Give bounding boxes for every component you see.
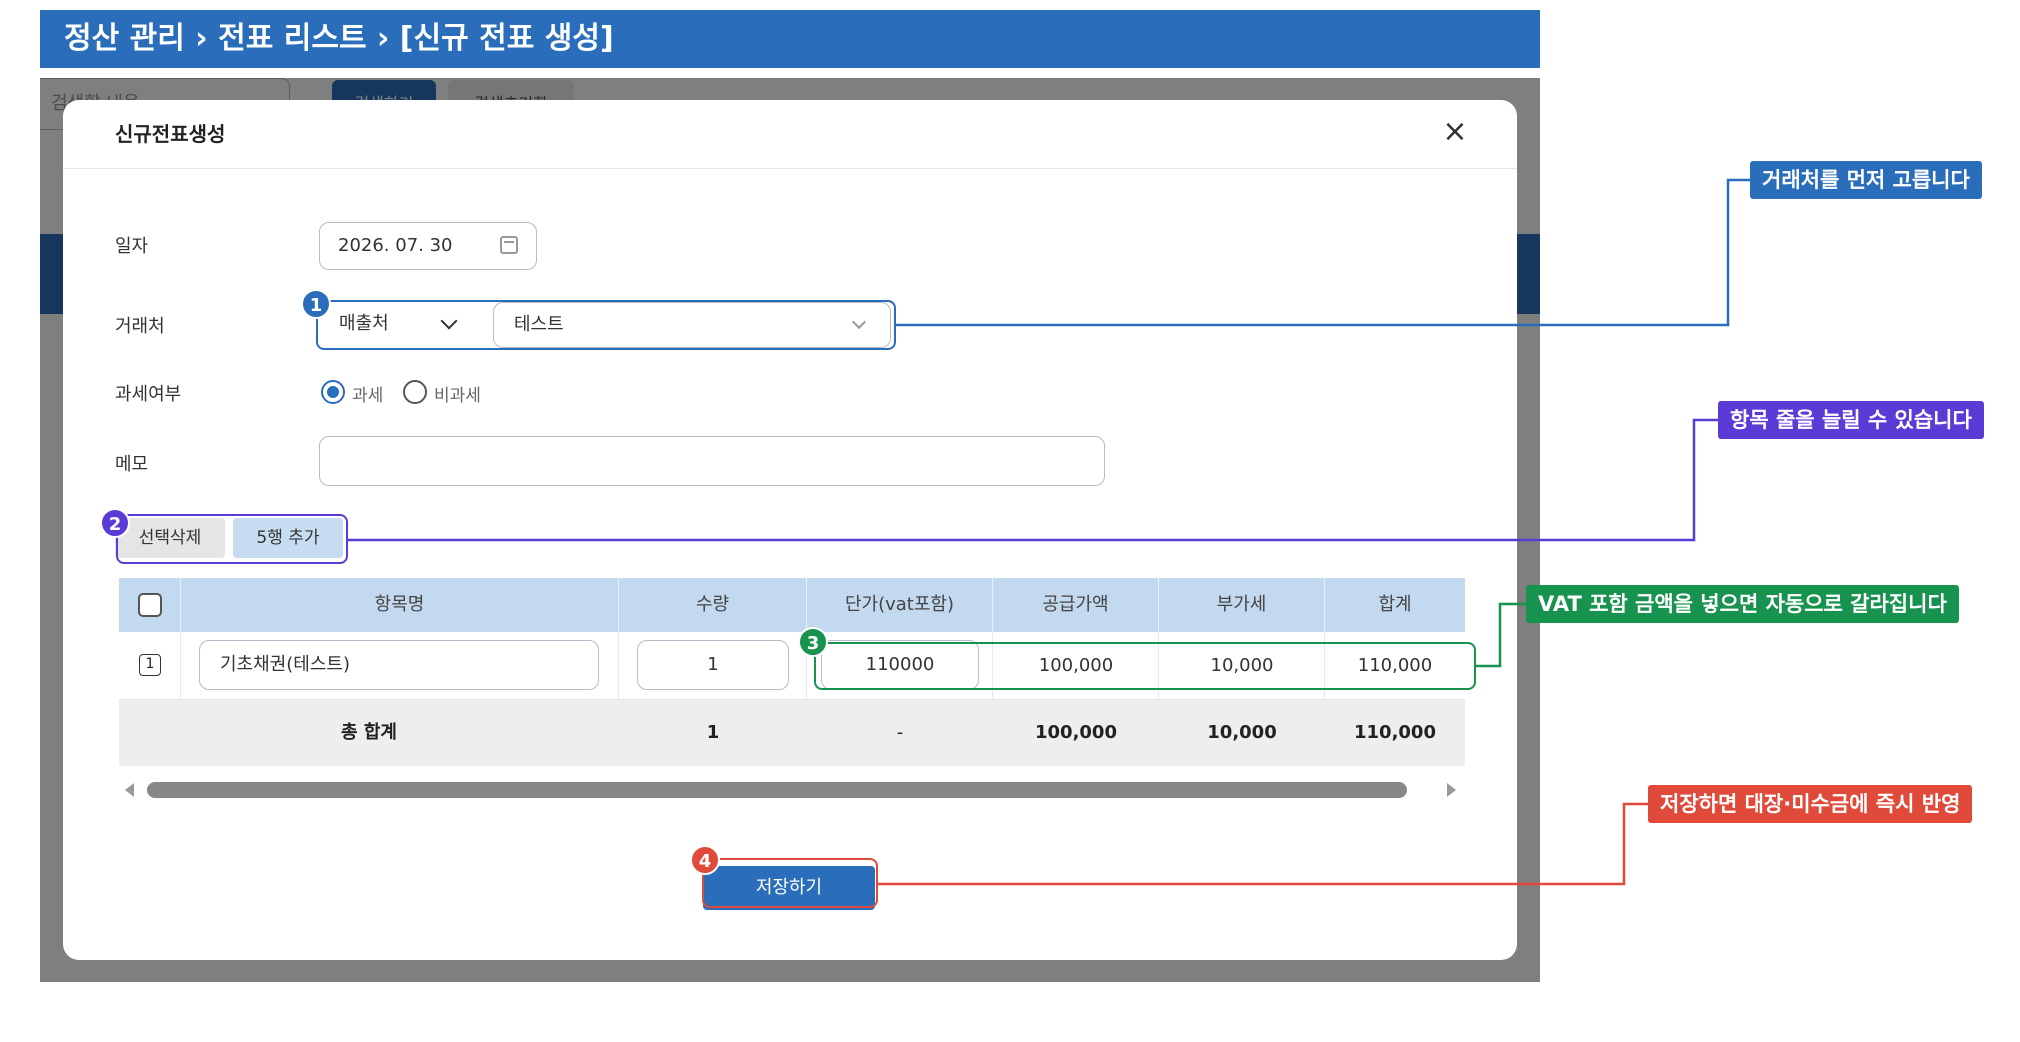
tax-label: 과세여부 (115, 384, 182, 405)
footer-quantity: 1 (706, 722, 720, 743)
item-name-input[interactable]: 기초채권(테스트) (199, 640, 599, 690)
col-unit-price: 단가(vat포함) (807, 578, 993, 632)
header-select-all (119, 578, 181, 632)
col-item-name: 항목명 (181, 578, 619, 632)
scroll-right-icon[interactable] (1447, 783, 1456, 797)
annotation-callout-3: VAT 포함 금액을 넣으면 자동으로 갈라집니다 (1526, 585, 1959, 623)
calendar-icon[interactable] (500, 236, 518, 254)
memo-label: 메모 (115, 454, 149, 475)
breadcrumb: 정산 관리 › 전표 리스트 › [신규 전표 생성] (40, 10, 1540, 68)
partner-select[interactable]: 테스트 (493, 302, 891, 348)
unit-price-cell: 110000 (807, 632, 993, 700)
close-icon[interactable]: × (1433, 110, 1477, 154)
table-footer: 총 합계 1 - 100,000 10,000 110,000 (119, 700, 1465, 766)
delete-selected-button[interactable]: 선택삭제 (115, 518, 225, 558)
footer-label: 총 합계 (341, 722, 397, 743)
save-button[interactable]: 저장하기 (703, 866, 875, 910)
supply-amount-cell: 100,000 (993, 632, 1159, 700)
col-total: 합계 (1325, 578, 1465, 632)
partner-type-select[interactable]: 매출처 (321, 303, 475, 347)
date-label: 일자 (115, 236, 149, 257)
chevron-down-icon (440, 312, 458, 330)
modal-title: 신규전표생성 (115, 122, 226, 146)
item-name-cell: 기초채권(테스트) (181, 632, 619, 700)
radio-taxable[interactable] (321, 380, 345, 404)
col-supply-amount: 공급가액 (993, 578, 1159, 632)
unit-price-input[interactable]: 110000 (821, 640, 979, 690)
partner-name-value: 테스트 (514, 314, 564, 335)
col-vat: 부가세 (1159, 578, 1325, 632)
footer-unit-price: - (896, 722, 904, 743)
footer-vat: 10,000 (1207, 722, 1277, 743)
supply-amount-value: 100,000 (1038, 655, 1114, 676)
scroll-left-icon[interactable] (125, 783, 134, 797)
modal-header: 신규전표생성 × (63, 100, 1517, 169)
vat-cell: 10,000 (1159, 632, 1325, 700)
row-number[interactable]: 1 (139, 654, 161, 676)
quantity-cell: 1 (619, 632, 807, 700)
vat-value: 10,000 (1210, 655, 1274, 676)
partner-type-value: 매출처 (339, 313, 389, 334)
annotation-badge-1: 1 (301, 289, 331, 319)
col-quantity: 수량 (619, 578, 807, 632)
footer-supply-amount: 100,000 (1035, 722, 1117, 743)
date-field[interactable]: 2026. 07. 30 (319, 222, 537, 270)
partner-label: 거래처 (115, 316, 165, 337)
radio-tax-exempt-label: 비과세 (434, 386, 481, 406)
footer-total: 110,000 (1354, 722, 1436, 743)
chevron-down-icon (851, 314, 867, 330)
date-value: 2026. 07. 30 (338, 235, 453, 256)
radio-tax-exempt[interactable] (403, 380, 427, 404)
annotation-callout-4: 저장하면 대장·미수금에 즉시 반영 (1648, 785, 1973, 823)
quantity-input[interactable]: 1 (637, 640, 789, 690)
total-value: 110,000 (1357, 655, 1433, 676)
memo-input[interactable] (319, 436, 1105, 486)
add-5-rows-button[interactable]: 5행 추가 (233, 518, 343, 558)
total-cell: 110,000 (1325, 632, 1465, 700)
select-all-checkbox[interactable] (138, 593, 162, 617)
new-voucher-modal: 신규전표생성 × 일자 2026. 07. 30 거래처 매출처 테스트 과세여… (63, 100, 1517, 960)
annotation-callout-2: 항목 줄을 늘릴 수 있습니다 (1718, 401, 1984, 439)
row-no-cell: 1 (119, 632, 181, 700)
annotation-callout-1: 거래처를 먼저 고릅니다 (1750, 161, 1982, 199)
radio-taxable-label: 과세 (352, 386, 384, 406)
annotation-badge-2: 2 (100, 508, 130, 538)
horizontal-scrollbar[interactable] (147, 782, 1407, 798)
annotation-badge-3: 3 (798, 627, 828, 657)
annotation-badge-4: 4 (690, 845, 720, 875)
